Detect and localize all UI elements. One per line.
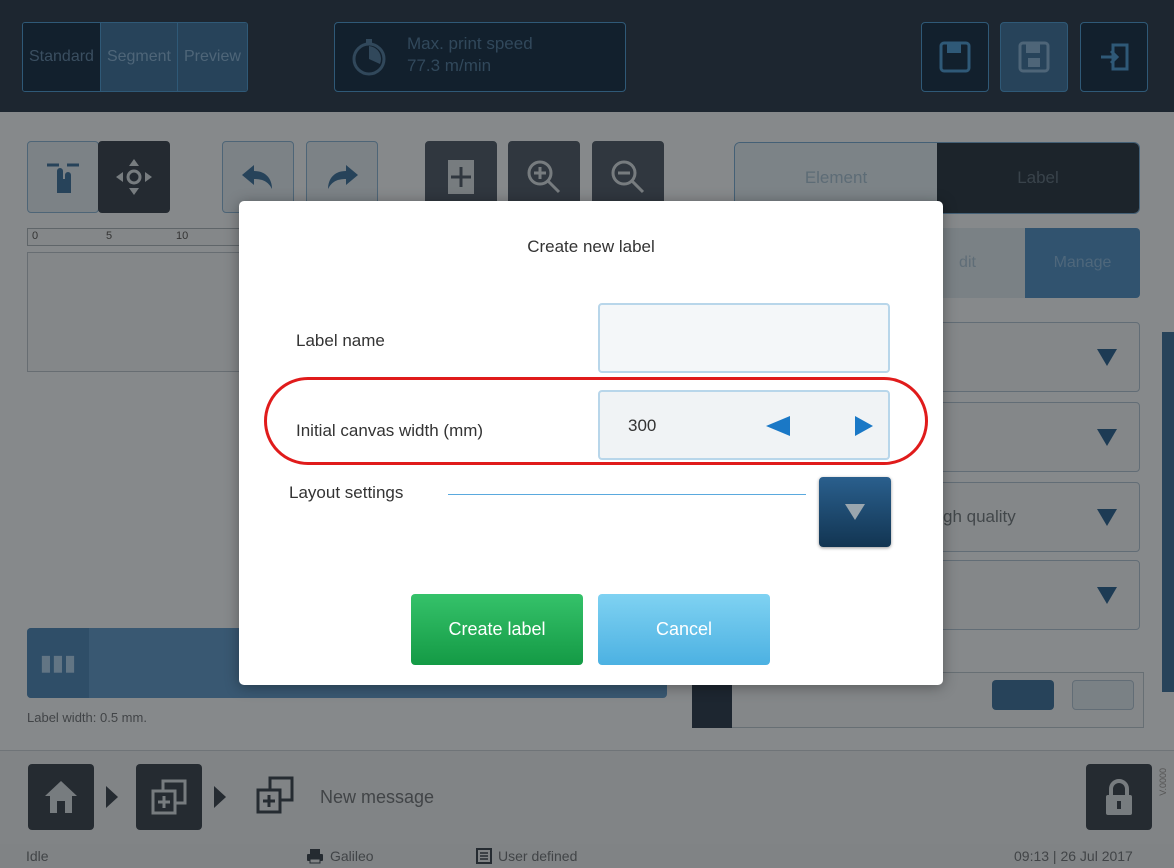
arrow-left-icon — [766, 416, 790, 436]
create-label-dialog: Create new label Label name Initial canv… — [239, 201, 943, 685]
cancel-button[interactable]: Cancel — [598, 594, 770, 665]
canvas-width-label: Initial canvas width (mm) — [296, 421, 484, 440]
label-name-label: Label name — [296, 331, 385, 350]
layout-settings-expand-button[interactable] — [819, 477, 891, 547]
canvas-width-value[interactable]: 300 — [628, 416, 656, 436]
canvas-width-stepper: 300 — [598, 390, 890, 460]
increase-width-button[interactable] — [846, 408, 882, 444]
chevron-down-icon — [845, 504, 865, 520]
arrow-right-icon — [855, 416, 873, 436]
layout-settings-divider — [448, 494, 806, 495]
create-label-button[interactable]: Create label — [411, 594, 583, 665]
decrease-width-button[interactable] — [760, 408, 796, 444]
label-name-input[interactable] — [598, 303, 890, 373]
layout-settings-label: Layout settings — [289, 483, 404, 502]
dialog-title: Create new label — [527, 237, 655, 256]
